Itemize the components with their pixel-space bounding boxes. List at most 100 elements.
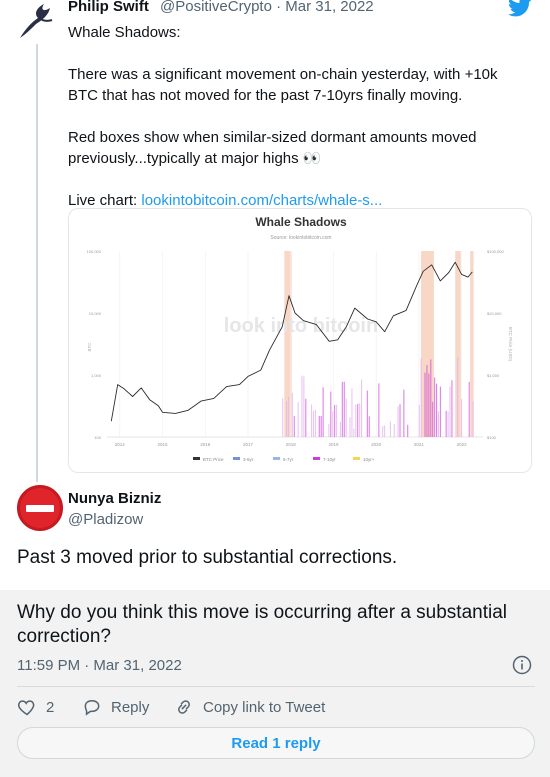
legend-swatch (313, 457, 320, 460)
chart-card[interactable]: Whale Shadows Source: lookintobitcoin.com… (68, 208, 532, 473)
dormant-bar (399, 404, 401, 437)
copy-link-button[interactable]: Copy link to Tweet (174, 697, 325, 717)
dormant-bar (322, 387, 324, 437)
dormant-bar (468, 381, 470, 437)
dormant-bar (424, 372, 426, 437)
dormant-bar (355, 404, 357, 437)
legend-swatch (273, 457, 280, 460)
dormant-bar (336, 404, 338, 437)
link-icon (178, 700, 190, 714)
dormant-bar (403, 389, 405, 437)
like-count: 2 (46, 698, 55, 716)
dormant-bar (366, 390, 368, 437)
dormant-bar (332, 411, 334, 437)
dormant-bar (445, 410, 447, 437)
dormant-bar (311, 404, 313, 437)
dormant-bar (457, 357, 459, 437)
like-button[interactable]: 2 (17, 697, 54, 717)
reply-label: Reply (111, 698, 150, 716)
dormant-bar (368, 416, 370, 437)
dormant-bar (301, 375, 303, 437)
dormant-bar (418, 404, 420, 437)
dormant-bar (378, 383, 380, 437)
dormant-bar (382, 426, 384, 437)
y-right-tick-label: $100,000 (487, 249, 504, 254)
quoted-tweet-line: There was a significant movement on-chai… (68, 66, 498, 104)
bird-avatar-icon[interactable] (14, 0, 56, 42)
x-tick-label: 2017 (243, 442, 254, 447)
legend-label: BTC Price (203, 457, 224, 462)
dormant-bar (312, 410, 315, 437)
dormant-bar (314, 409, 316, 437)
reply-icon (84, 699, 100, 716)
dormant-bar (389, 421, 391, 437)
no-entry-avatar-icon[interactable] (17, 485, 63, 531)
y-left-tick-label: 100,000 (87, 249, 102, 254)
dormant-bar (420, 358, 422, 437)
x-tick-label: 2014 (115, 442, 126, 447)
legend-label: 5-7yr (283, 457, 294, 462)
dormant-bar (293, 416, 295, 437)
reply-author-handle[interactable]: @Pladizow (68, 511, 143, 528)
x-tick-label: 2021 (414, 442, 425, 447)
dormant-bar (426, 365, 428, 437)
dormant-bar (345, 398, 347, 437)
dormant-bar (303, 376, 305, 437)
dormant-bar (297, 402, 299, 437)
dormant-bar (282, 398, 284, 437)
dormant-bar (318, 415, 320, 437)
y-left-tick-label: 10,000 (89, 311, 102, 316)
focused-tweet-timestamp[interactable]: 11:59 PM · Mar 31, 2022 (17, 657, 182, 674)
copy-link-label: Copy link to Tweet (203, 698, 326, 716)
dormant-bar (434, 377, 436, 437)
y-left-label: BTC (87, 342, 92, 352)
legend-swatch (233, 457, 240, 460)
quoted-tweet-line: Whale Shadows: (68, 24, 181, 41)
heart-icon (17, 700, 35, 716)
dormant-bar (361, 379, 363, 437)
x-tick-label: 2016 (200, 442, 211, 447)
dormant-bar (287, 396, 290, 437)
dormant-bar (286, 401, 288, 437)
dormant-bar (407, 424, 409, 437)
dormant-bar (349, 417, 351, 437)
dormant-bar (305, 398, 307, 437)
dormant-bar (384, 425, 386, 437)
info-icon[interactable] (512, 655, 532, 675)
legend-label: 3-5yr (243, 457, 254, 462)
reply-button[interactable]: Reply (82, 697, 149, 717)
dormant-bar (437, 411, 440, 437)
whale-shadows-chart: Whale Shadows Source: lookintobitcoin.com… (87, 215, 513, 462)
y-left-tick-label: 100 (94, 435, 101, 440)
dormant-bar (343, 381, 345, 437)
y-right-tick-label: $10,000 (487, 311, 502, 316)
dormant-bar (451, 380, 453, 437)
legend-label: 10yr+ (363, 457, 375, 462)
read-replies-button[interactable]: Read 1 reply (17, 727, 535, 759)
quoted-tweet-body: Whale Shadows: There was a significant m… (68, 22, 528, 211)
y-right-label: BTC Price (USD) (508, 327, 513, 362)
dormant-bar (432, 401, 434, 437)
x-tick-label: 2018 (286, 442, 297, 447)
live-chart-link[interactable]: lookintobitcoin.com/charts/whale-s... (141, 192, 382, 209)
live-chart-label: Live chart: (68, 192, 142, 209)
chart-title: Whale Shadows (255, 215, 347, 229)
y-right-tick-label: $100 (487, 435, 497, 440)
dormant-bar (291, 392, 293, 437)
thread-line (36, 44, 38, 482)
reply-author-name[interactable]: Nunya Bizniz (68, 490, 161, 507)
dormant-bar (359, 403, 361, 437)
x-tick-label: 2020 (371, 442, 382, 447)
reply-text: Past 3 moved prior to substantial correc… (17, 547, 398, 568)
legend-swatch (193, 457, 200, 460)
dormant-bar (351, 388, 353, 437)
dormant-bar (341, 381, 343, 437)
quoted-author-handle-date[interactable]: @PositiveCrypto · Mar 31, 2022 (160, 0, 374, 15)
quoted-author-name[interactable]: Philip Swift (68, 0, 149, 15)
dormant-bar (393, 424, 395, 437)
y-right-tick-label: $1,000 (487, 373, 500, 378)
dormant-bar (436, 383, 438, 437)
dormant-bar (353, 428, 355, 437)
dormant-bar (430, 359, 432, 437)
y-left-tick-label: 1,000 (91, 373, 102, 378)
